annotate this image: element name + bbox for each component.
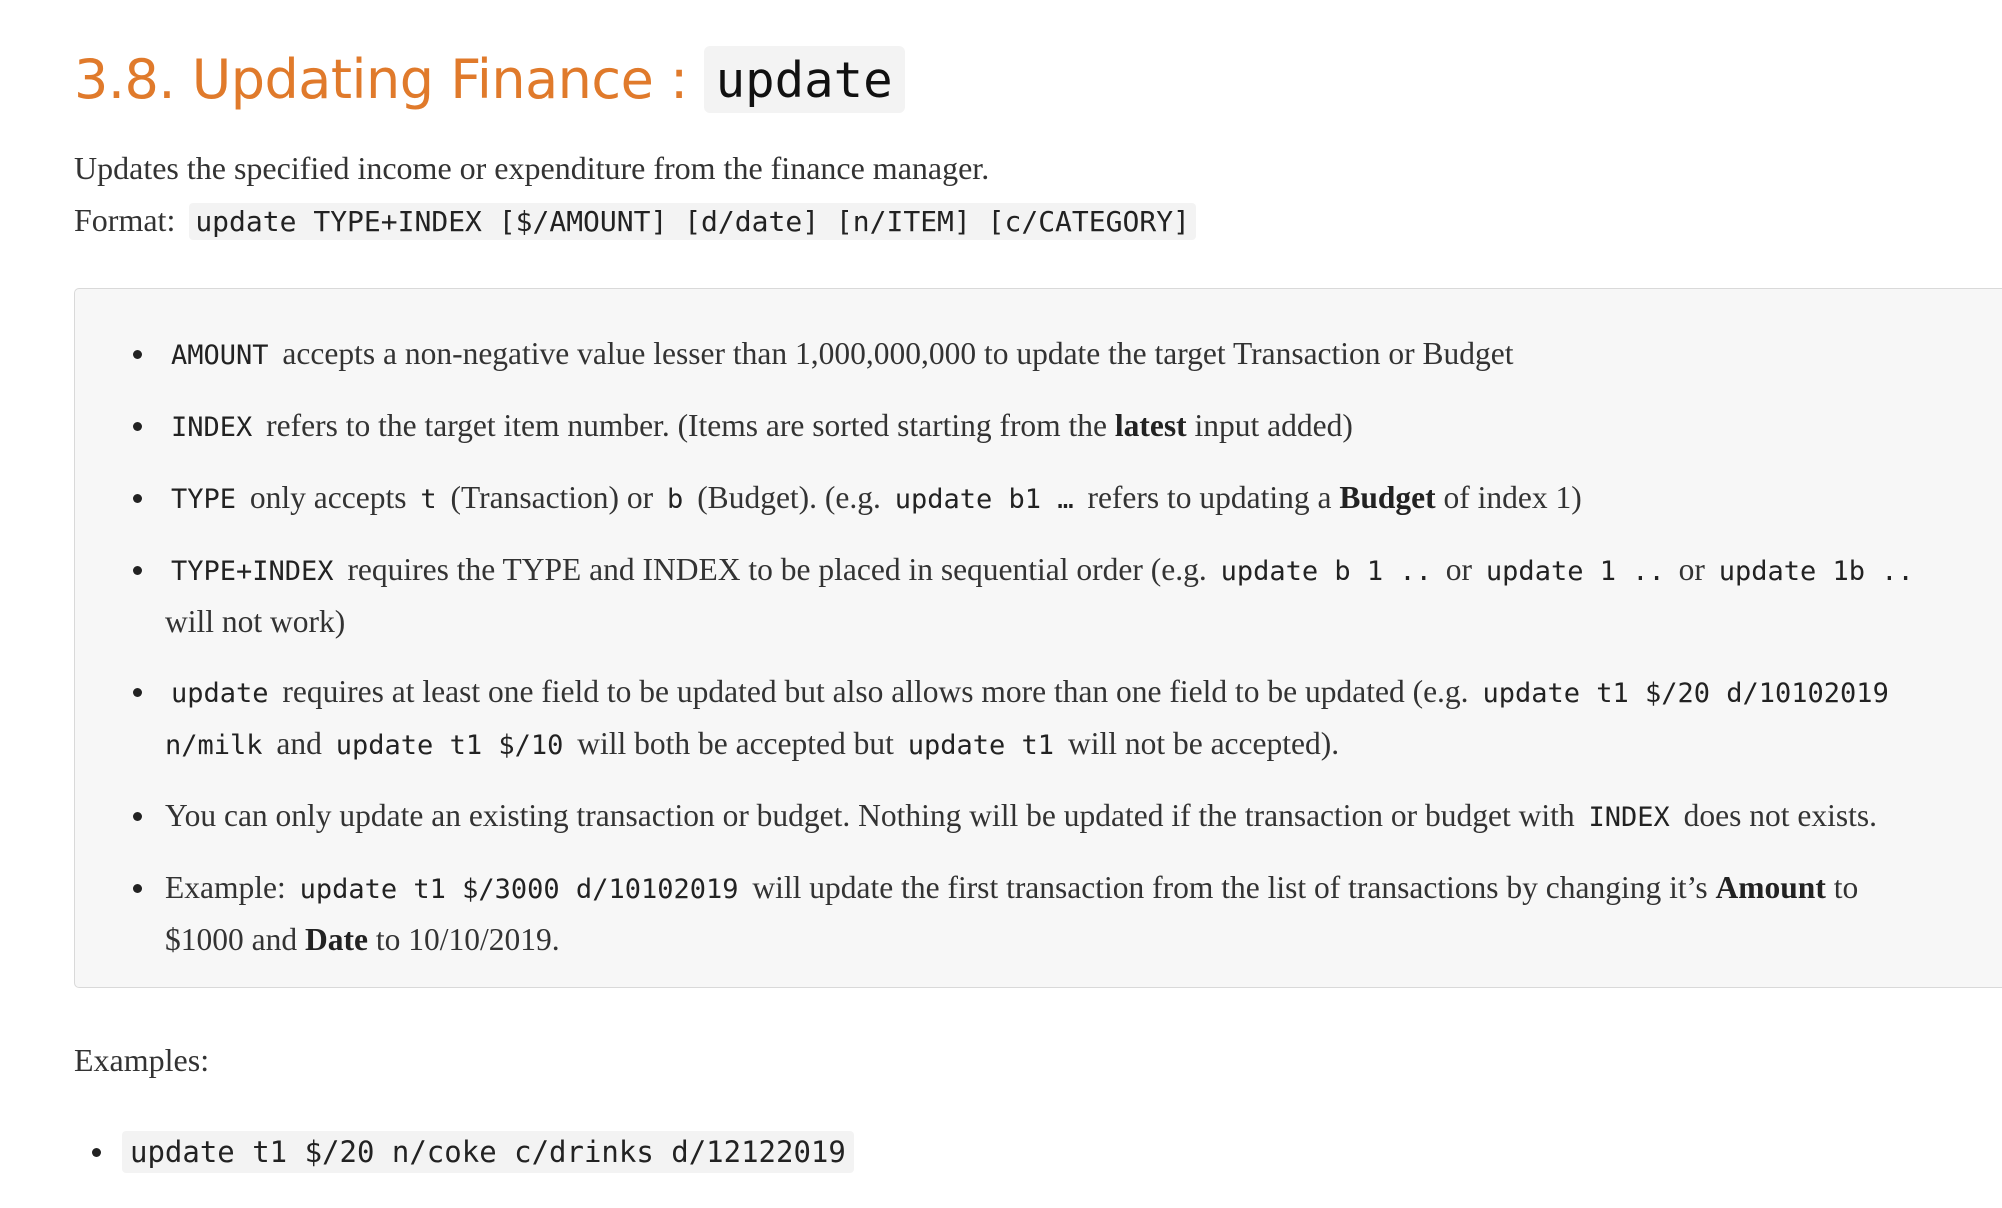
note-update-text-2: will both be accepted but bbox=[577, 726, 894, 761]
note-type: TYPE only accepts t (Transaction) or b (… bbox=[75, 473, 1965, 525]
section-command-code: update bbox=[703, 45, 905, 113]
note-index-bold: latest bbox=[1114, 408, 1187, 443]
note-type-text-4: refers to updating a bbox=[1087, 480, 1332, 515]
code-b: b bbox=[667, 484, 684, 515]
note-existing: You can only update an existing transact… bbox=[75, 791, 1965, 843]
code-update-example-3: update t1 bbox=[907, 730, 1055, 761]
note-update-text-3: will not be accepted). bbox=[1067, 726, 1340, 761]
note-index-text: refers to the target item number. (Items… bbox=[266, 408, 1108, 443]
examples-label: Examples: bbox=[74, 1042, 210, 1078]
note-existing-text-end: does not exists. bbox=[1683, 798, 1878, 833]
section-title: 3.8. Updating Finance : bbox=[74, 47, 688, 111]
code-t: t bbox=[420, 484, 437, 515]
code-type: TYPE bbox=[171, 484, 237, 515]
note-example-label: Example: bbox=[165, 870, 286, 905]
note-type-index-text: requires the TYPE and INDEX to be placed… bbox=[347, 552, 1207, 587]
note-example-text-3: to 10/10/2019. bbox=[375, 922, 560, 957]
note-type-text-3: (Budget). (e.g. bbox=[697, 480, 881, 515]
code-existing-index: INDEX bbox=[1588, 802, 1670, 833]
note-update-fields: update requires at least one field to be… bbox=[75, 667, 1965, 771]
code-type-index: TYPE+INDEX bbox=[171, 556, 334, 587]
note-type-text-5: of index 1) bbox=[1443, 480, 1582, 515]
code-type-example: update b1 … bbox=[894, 484, 1074, 515]
code-type-index-example-1: update b 1 .. bbox=[1220, 556, 1432, 587]
description-text: Updates the specified income or expendit… bbox=[74, 150, 990, 186]
note-index: INDEX refers to the target item number. … bbox=[75, 401, 1965, 453]
example-item: update t1 $/20 n/coke c/drinks d/1212201… bbox=[74, 1128, 854, 1176]
notes-list: AMOUNT accepts a non-negative value less… bbox=[75, 289, 2002, 965]
note-type-index-text-end: will not work) bbox=[165, 604, 346, 639]
code-type-index-example-2: update 1 .. bbox=[1485, 556, 1665, 587]
format-label: Format: bbox=[74, 202, 176, 238]
note-type-index: TYPE+INDEX requires the TYPE and INDEX t… bbox=[75, 545, 1965, 647]
note-update-text: requires at least one field to be update… bbox=[282, 674, 1469, 709]
note-existing-text: You can only update an existing transact… bbox=[165, 798, 1575, 833]
note-example-bold-amount: Amount bbox=[1715, 870, 1826, 905]
notes-box: AMOUNT accepts a non-negative value less… bbox=[74, 288, 2002, 988]
code-update: update bbox=[171, 678, 269, 709]
code-index: INDEX bbox=[171, 412, 253, 443]
code-example: update t1 $/3000 d/10102019 bbox=[299, 874, 739, 905]
format-line: Format: update TYPE+INDEX [$/AMOUNT] [d/… bbox=[74, 194, 1196, 248]
or-text-1: or bbox=[1445, 552, 1473, 587]
intro-paragraph: Updates the specified income or expendit… bbox=[74, 142, 1196, 248]
and-text: and bbox=[276, 726, 322, 761]
or-text-2: or bbox=[1678, 552, 1705, 587]
example-code: update t1 $/20 n/coke c/drinks d/1212201… bbox=[122, 1131, 854, 1173]
note-example: Example: update t1 $/3000 d/10102019 wil… bbox=[75, 863, 1965, 965]
note-type-text: only accepts bbox=[249, 480, 407, 515]
code-type-index-example-3: update 1b .. bbox=[1718, 556, 1914, 587]
code-update-example-2: update t1 $/10 bbox=[335, 730, 564, 761]
note-amount: AMOUNT accepts a non-negative value less… bbox=[75, 329, 1965, 381]
note-index-text-end: input added) bbox=[1194, 408, 1353, 443]
examples-list: update t1 $/20 n/coke c/drinks d/1212201… bbox=[74, 1128, 854, 1176]
note-amount-text: accepts a non-negative value lesser than… bbox=[282, 336, 1514, 371]
format-code: update TYPE+INDEX [$/AMOUNT] [d/date] [n… bbox=[189, 203, 1196, 240]
note-type-text-2: (Transaction) or bbox=[450, 480, 654, 515]
note-example-bold-date: Date bbox=[304, 922, 368, 957]
section-heading: 3.8. Updating Finance : update bbox=[74, 40, 905, 118]
note-example-text: will update the first transaction from t… bbox=[752, 870, 1708, 905]
code-amount: AMOUNT bbox=[171, 340, 269, 371]
note-type-bold: Budget bbox=[1339, 480, 1436, 515]
